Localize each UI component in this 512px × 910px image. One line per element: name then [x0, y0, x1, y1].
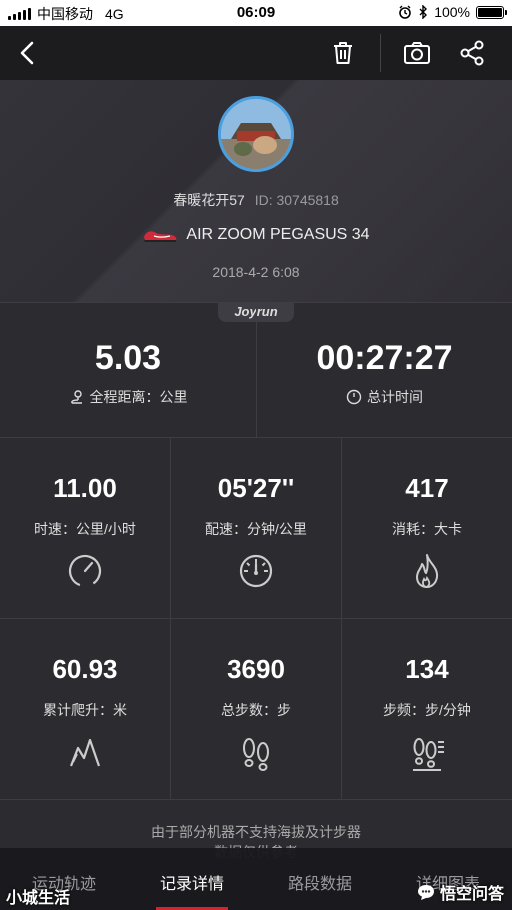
clock-icon: [346, 389, 362, 405]
delete-button[interactable]: [328, 38, 358, 68]
status-bar: 中国移动 4G 06:09 100%: [0, 0, 512, 26]
pace-cell: 05'27'' 配速：分钟/公里: [171, 437, 341, 617]
calories-label: 消耗：大卡: [392, 521, 462, 537]
route-icon: [70, 390, 82, 404]
speed-cell: 11.00 时速：公里/小时: [0, 437, 170, 617]
speed-label: 时速：公里/小时: [34, 521, 136, 537]
cadence-value: 134: [405, 654, 449, 684]
calories-cell: 417 消耗：大卡: [342, 437, 512, 617]
note-line-1: 由于部分机器不支持海拔及计步器: [151, 824, 361, 840]
calories-value: 417: [405, 473, 449, 503]
run-date: 2018-4-2 6:08: [212, 264, 300, 280]
camera-button[interactable]: [402, 38, 432, 68]
shoe-row[interactable]: AIR ZOOM PEGASUS 34: [0, 226, 512, 244]
watermark-right-text: 悟空问答: [439, 886, 504, 903]
profile-header: 春暖花开57 ID: 30745818 AIR ZOOM PEGASUS 34 …: [0, 80, 512, 302]
trash-icon: [334, 42, 352, 64]
climb-value: 60.93: [52, 654, 118, 684]
signal-icon: [8, 8, 31, 20]
share-button[interactable]: [457, 38, 487, 68]
gauge-icon: [239, 554, 273, 588]
time-label: 总计时间: [367, 389, 423, 405]
avatar[interactable]: [218, 96, 294, 172]
shoe-name: AIR ZOOM PEGASUS 34: [186, 226, 370, 243]
divider: [0, 799, 512, 800]
nav-divider: [380, 34, 381, 72]
tab-details[interactable]: 记录详情: [128, 848, 256, 910]
speech-bubble-icon: [417, 885, 434, 900]
bluetooth-icon: [419, 5, 428, 19]
shoe-icon: [144, 231, 177, 242]
chevron-left-icon: [20, 41, 34, 65]
distance-cell: 5.03 全程距离：公里: [0, 303, 256, 437]
footprints-icon: [243, 738, 269, 771]
cadence-icon: [413, 738, 444, 771]
watermark-right: 悟空问答: [416, 880, 504, 904]
cadence-label: 步频：步/分钟: [383, 702, 471, 718]
climb-icon: [69, 738, 101, 767]
battery-percent: 100%: [434, 4, 470, 20]
steps-cell: 3690 总步数：步: [171, 618, 341, 798]
time-cell: 00:27:27 总计时间: [257, 303, 512, 437]
back-button[interactable]: [12, 38, 42, 68]
climb-label: 累计爬升：米: [43, 702, 127, 718]
speedometer-icon: [68, 554, 102, 588]
camera-icon: [404, 42, 430, 64]
speed-value: 11.00: [53, 473, 117, 503]
pace-label: 配速：分钟/公里: [205, 521, 307, 537]
user-id: ID: 30745818: [254, 192, 339, 208]
network-label: 4G: [105, 6, 124, 22]
cadence-cell: 134 步频：步/分钟: [342, 618, 512, 798]
distance-value: 5.03: [94, 339, 162, 377]
alarm-icon: [399, 5, 411, 19]
battery-icon: [476, 5, 507, 19]
climb-cell: 60.93 累计爬升：米: [0, 618, 170, 798]
flame-icon: [416, 554, 439, 588]
share-icon: [460, 40, 484, 66]
time-value: 00:27:27: [316, 339, 453, 377]
username: 春暖花开57: [173, 192, 245, 208]
carrier-label: 中国移动: [37, 6, 93, 22]
watermark-left: 小城生活: [6, 890, 71, 907]
steps-label: 总步数：步: [221, 702, 291, 718]
tab-segments[interactable]: 路段数据: [256, 848, 384, 910]
steps-value: 3690: [227, 654, 285, 684]
nav-bar: [0, 26, 512, 80]
pace-value: 05'27'': [217, 473, 295, 503]
distance-label: 全程距离：公里: [89, 389, 188, 405]
